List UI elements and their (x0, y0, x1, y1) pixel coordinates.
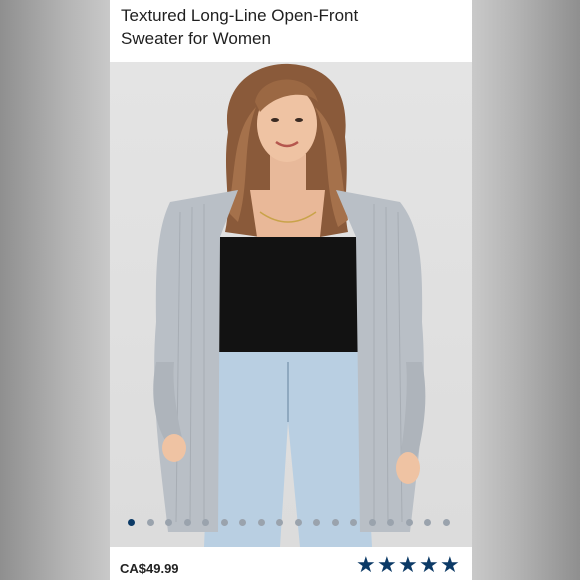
star-icon: ★ (419, 553, 439, 578)
gallery-dot[interactable] (350, 519, 357, 526)
product-header: Textured Long-Line Open-Front Sweater fo… (110, 0, 472, 62)
gallery-pagination (110, 517, 472, 529)
product-image[interactable] (110, 62, 472, 547)
right-backdrop (472, 0, 580, 580)
gallery-dot[interactable] (165, 519, 172, 526)
rating-stars[interactable]: ★ ★ ★ ★ ★ (356, 555, 461, 577)
star-icon: ★ (356, 553, 376, 578)
gallery-dot[interactable] (294, 519, 302, 526)
gallery-dot[interactable] (257, 519, 265, 526)
gallery-dot[interactable] (313, 519, 320, 526)
product-title: Textured Long-Line Open-Front Sweater fo… (121, 4, 461, 50)
gallery-dot[interactable] (387, 519, 394, 526)
gallery-dot[interactable] (405, 519, 413, 526)
gallery-dot[interactable] (331, 519, 339, 526)
product-title-line-1: Textured Long-Line Open-Front (121, 6, 359, 25)
star-icon: ★ (398, 553, 418, 578)
model-photo (153, 63, 426, 547)
gallery-dot[interactable] (276, 519, 283, 526)
gallery-dot[interactable] (368, 519, 376, 526)
price-label: CA$49.99 (120, 561, 179, 576)
gallery-dot[interactable] (239, 519, 246, 526)
gallery-dot[interactable] (183, 519, 191, 526)
gallery-dot[interactable] (442, 519, 450, 526)
gallery-dot[interactable] (146, 519, 154, 526)
gallery-dot[interactable] (220, 519, 228, 526)
left-backdrop (0, 0, 110, 580)
product-card: Textured Long-Line Open-Front Sweater fo… (110, 0, 472, 580)
star-icon: ★ (377, 553, 397, 578)
star-icon: ★ (440, 553, 460, 578)
product-title-line-2: Sweater for Women (121, 29, 271, 48)
gallery-dot[interactable] (128, 519, 135, 526)
gallery-dot[interactable] (424, 519, 431, 526)
product-footer: CA$49.99 ★ ★ ★ ★ ★ (110, 547, 472, 580)
gallery-dot[interactable] (202, 519, 209, 526)
